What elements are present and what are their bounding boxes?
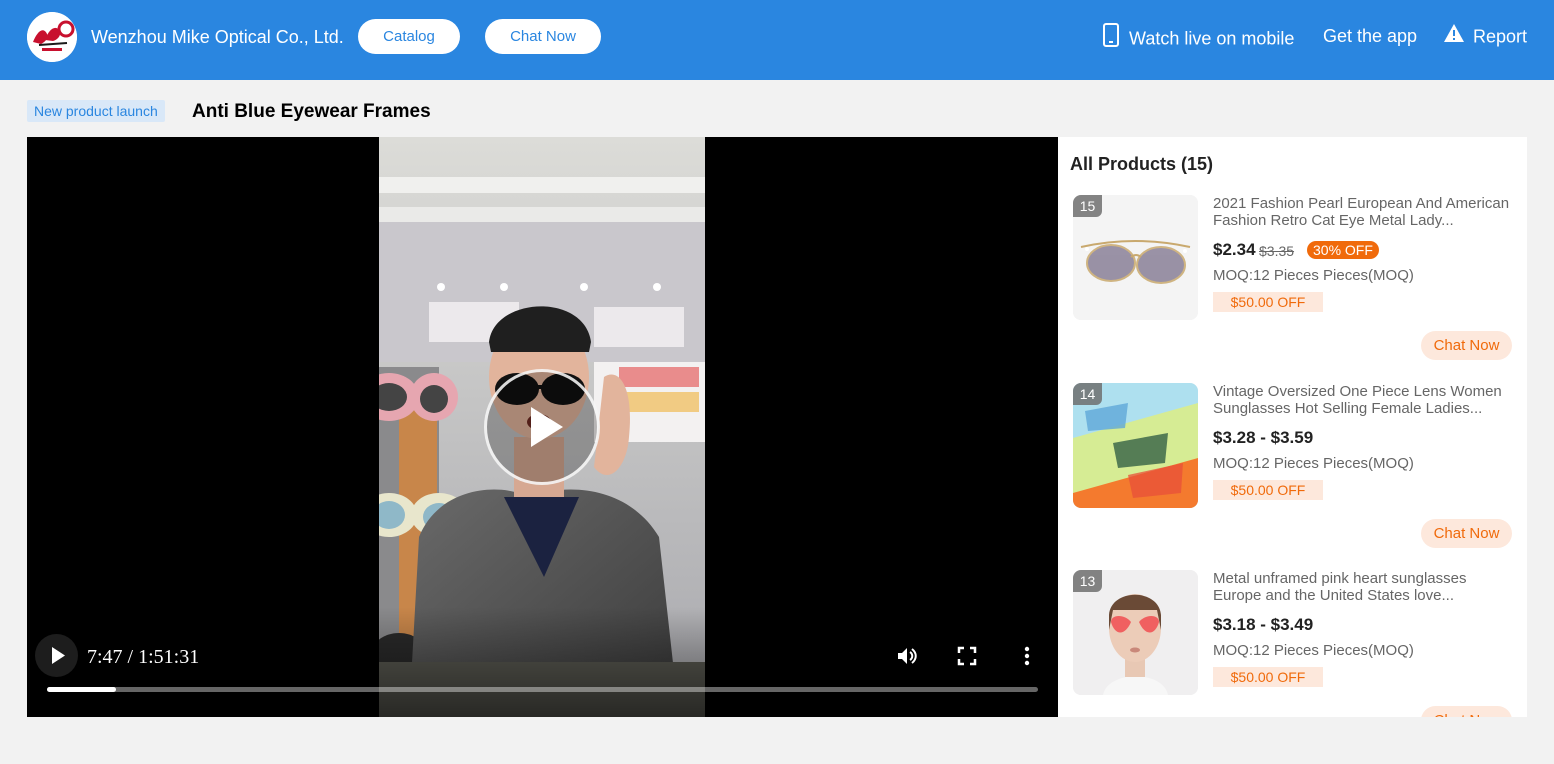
volume-icon[interactable] [895,644,919,668]
get-app-link[interactable]: Get the app [1323,25,1417,47]
product-name[interactable]: Vintage Oversized One Piece Lens Women S… [1213,383,1518,419]
new-product-tag: New product launch [27,100,165,122]
progress-track[interactable] [47,687,1038,692]
product-image[interactable]: 15 [1073,195,1198,320]
product-image[interactable]: 14 [1073,383,1198,508]
product-price: $3.28 - $3.59 [1213,428,1314,447]
watch-mobile-label: Watch live on mobile [1129,28,1295,49]
products-heading: All Products (15) [1070,154,1214,174]
product-card[interactable]: 14 Vintage Oversized One Piece Lens Wome… [1058,383,1527,571]
phone-icon [1101,23,1121,52]
product-number: 15 [1073,195,1102,217]
report-link[interactable]: Report [1443,23,1528,50]
product-card[interactable]: 15 2021 Fashion Pearl European And Ameri… [1058,195,1527,383]
playback-time: 7:47 / 1:51:31 [87,646,200,668]
page-title: Anti Blue Eyewear Frames [192,101,431,122]
company-name[interactable]: Wenzhou Mike Optical Co., Ltd. [91,26,344,48]
product-moq: MOQ:12 Pieces Pieces(MOQ) [1213,455,1414,472]
video-player[interactable]: 7:47 / 1:51:31 [27,137,1058,717]
play-icon[interactable] [35,634,78,677]
chat-now-button[interactable]: Chat Now [485,19,601,54]
products-panel: All Products (15) 15 2021 Fashion Pearl … [1058,137,1527,717]
product-moq: MOQ:12 Pieces Pieces(MOQ) [1213,267,1414,284]
progress-fill [47,687,117,692]
product-name[interactable]: Metal unframed pink heart sunglasses Eur… [1213,570,1518,606]
catalog-button[interactable]: Catalog [358,19,460,54]
product-old-price: $3.35 [1259,243,1295,259]
warning-icon [1443,23,1465,48]
product-name[interactable]: 2021 Fashion Pearl European And American… [1213,195,1518,231]
report-label: Report [1473,26,1528,47]
coupon-badge: $50.00 OFF [1213,480,1323,500]
product-number: 14 [1073,383,1102,405]
discount-badge: 30% OFF [1307,241,1379,259]
product-chat-now-button[interactable]: Chat Now [1421,519,1512,548]
product-chat-now-button[interactable]: Chat Now [1421,331,1512,360]
product-card[interactable]: 13 Metal unframed pink heart sunglasses … [1058,570,1527,717]
coupon-badge: $50.00 OFF [1213,667,1323,687]
watch-mobile-link[interactable]: Watch live on mobile [1101,23,1295,54]
product-price: $3.18 - $3.49 [1213,615,1314,634]
brand-logo-icon[interactable] [27,12,77,62]
product-chat-now-button[interactable]: Chat Now [1421,706,1512,717]
product-moq: MOQ:12 Pieces Pieces(MOQ) [1213,642,1414,659]
product-number: 13 [1073,570,1102,592]
coupon-badge: $50.00 OFF [1213,292,1323,312]
product-image[interactable]: 13 [1073,570,1198,695]
fullscreen-icon[interactable] [955,644,979,668]
large-play-button[interactable] [484,369,600,485]
more-vertical-icon[interactable] [1015,644,1039,668]
top-header: Wenzhou Mike Optical Co., Ltd. Catalog C… [0,0,1554,80]
product-price: $2.34 [1213,240,1256,259]
